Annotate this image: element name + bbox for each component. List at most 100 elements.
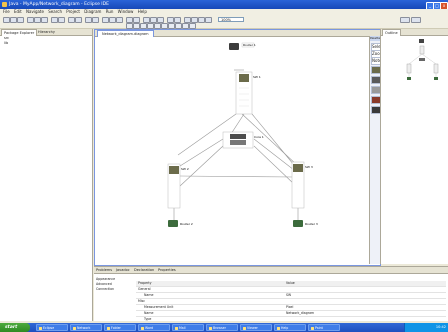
outline-node xyxy=(434,77,438,80)
new-class-icon[interactable] xyxy=(58,17,65,23)
fit-icon[interactable] xyxy=(198,17,205,23)
toolbar: 100% xyxy=(0,15,448,29)
node-label: Router 1 xyxy=(243,43,256,47)
window-title: Java - MyApp/Network_diagram - Eclipse I… xyxy=(9,2,109,7)
node-label: SW 2 xyxy=(181,167,189,171)
start-button[interactable]: start xyxy=(0,323,30,332)
switch-icon xyxy=(293,164,303,172)
prop-name: Measurement Unit xyxy=(144,305,174,309)
font-icon[interactable] xyxy=(102,17,109,23)
node-switch-left[interactable]: SW 2 xyxy=(167,163,189,209)
diagram-canvas[interactable]: Router 1 SW 1 Core 1 SW 2 SW 3 Router 2 … xyxy=(94,36,369,264)
run-icon[interactable] xyxy=(34,17,41,23)
router-icon xyxy=(229,43,239,50)
node-label: SW 3 xyxy=(305,165,313,169)
taskbar-button[interactable]: Paint xyxy=(308,324,340,331)
outline-node xyxy=(419,39,424,43)
outline-node xyxy=(406,63,412,74)
node-switch-right[interactable]: SW 3 xyxy=(291,161,313,209)
outline-node xyxy=(419,45,425,55)
save-icon[interactable] xyxy=(10,17,17,23)
search-icon[interactable] xyxy=(68,17,75,23)
clock: 10:42 xyxy=(435,325,446,329)
bottom-tabstrip: Problems Javadoc Declaration Properties xyxy=(94,267,448,274)
node-label: Core 1 xyxy=(254,135,264,139)
bold-icon[interactable] xyxy=(109,17,116,23)
system-tray: 10:42 xyxy=(404,323,448,332)
tab-package-explorer[interactable]: Package Explorer xyxy=(1,29,38,36)
taskbar: start Eclipse Network Folder Word Mail B… xyxy=(0,323,448,332)
prop-name: Name xyxy=(144,293,154,297)
property-table: Property Value General Name SW Misc Meas… xyxy=(136,281,446,323)
external-tools-icon[interactable] xyxy=(41,17,48,23)
taskbar-button[interactable]: Mail xyxy=(172,324,204,331)
connection xyxy=(179,138,224,167)
core-switch-icon xyxy=(230,134,246,139)
print-icon[interactable] xyxy=(17,17,24,23)
prop-name: General xyxy=(138,287,151,291)
taskbar-button[interactable]: Eclipse xyxy=(36,324,68,331)
taskbar-button[interactable]: Browser xyxy=(206,324,238,331)
debug-icon[interactable] xyxy=(27,17,34,23)
tab-javadoc[interactable]: Javadoc xyxy=(116,267,130,273)
outline-node xyxy=(433,63,439,74)
taskbar-button[interactable]: Network xyxy=(70,324,102,331)
grid-icon[interactable] xyxy=(205,17,212,23)
node-switch-top[interactable]: SW 1 xyxy=(235,71,261,115)
outline-preview[interactable] xyxy=(381,36,448,96)
switch-icon xyxy=(239,74,249,82)
category-connection[interactable]: Connection xyxy=(96,287,134,292)
taskbar-button[interactable]: Word xyxy=(138,324,170,331)
property-categories: Appearance Advanced Connection xyxy=(96,277,134,292)
connection xyxy=(179,145,224,187)
router-icon xyxy=(168,220,178,227)
properties-panel: Problems Javadoc Declaration Properties … xyxy=(94,266,448,323)
connection xyxy=(230,113,245,135)
new-icon[interactable] xyxy=(3,17,10,23)
tab-hierarchy[interactable]: Hierarchy xyxy=(36,29,57,35)
taskbar-button[interactable]: Viewer xyxy=(240,324,272,331)
tab-problems[interactable]: Problems xyxy=(96,267,112,273)
prop-name: Misc xyxy=(138,299,146,303)
node-router-left[interactable]: Router 2 xyxy=(168,220,193,227)
back-icon[interactable] xyxy=(85,17,92,23)
taskbar-button[interactable]: Help xyxy=(274,324,306,331)
prop-value: Pixel xyxy=(286,305,294,309)
node-router-right[interactable]: Router 3 xyxy=(293,220,318,227)
app-icon xyxy=(2,2,7,7)
palette: Palette Select Zoom Note xyxy=(369,36,384,264)
taskbar-button[interactable]: Folder xyxy=(104,324,136,331)
router-icon xyxy=(293,220,303,227)
open-type-icon[interactable] xyxy=(75,17,82,23)
node-center[interactable]: Core 1 xyxy=(222,131,264,149)
perspective-java-icon[interactable] xyxy=(400,17,410,23)
italic-icon[interactable] xyxy=(116,17,123,23)
node-label: Router 2 xyxy=(180,222,193,226)
new-package-icon[interactable] xyxy=(51,17,58,23)
node-label: SW 1 xyxy=(253,75,261,79)
outline-tabstrip: Outline xyxy=(381,29,448,36)
switch-icon xyxy=(169,166,179,174)
header-property: Property xyxy=(138,281,152,285)
prop-value: SW xyxy=(286,293,292,297)
tree-item[interactable]: lib xyxy=(4,41,92,46)
perspective-debug-icon[interactable] xyxy=(411,17,421,23)
prop-name: Name xyxy=(144,311,154,315)
core-switch-icon xyxy=(230,140,246,145)
tab-outline[interactable]: Outline xyxy=(382,29,401,36)
tab-declaration[interactable]: Declaration xyxy=(134,267,154,273)
zoom-select[interactable]: 100% xyxy=(218,17,244,22)
connection xyxy=(251,113,295,166)
left-tabstrip: Package Explorer Hierarchy xyxy=(0,29,92,36)
palette-header: Palette xyxy=(370,36,381,41)
tab-properties[interactable]: Properties xyxy=(158,267,176,273)
forward-icon[interactable] xyxy=(92,17,99,23)
title-bar: Java - MyApp/Network_diagram - Eclipse I… xyxy=(0,0,448,10)
connection xyxy=(179,175,295,178)
prop-value: Network_diagram xyxy=(286,311,315,315)
package-explorer-panel: Package Explorer Hierarchy src lib xyxy=(0,29,93,322)
outline-node xyxy=(419,58,425,61)
node-label: Router 3 xyxy=(305,222,318,226)
node-router-top[interactable]: Router 1 xyxy=(229,42,256,50)
outline-panel: Outline xyxy=(380,29,448,264)
